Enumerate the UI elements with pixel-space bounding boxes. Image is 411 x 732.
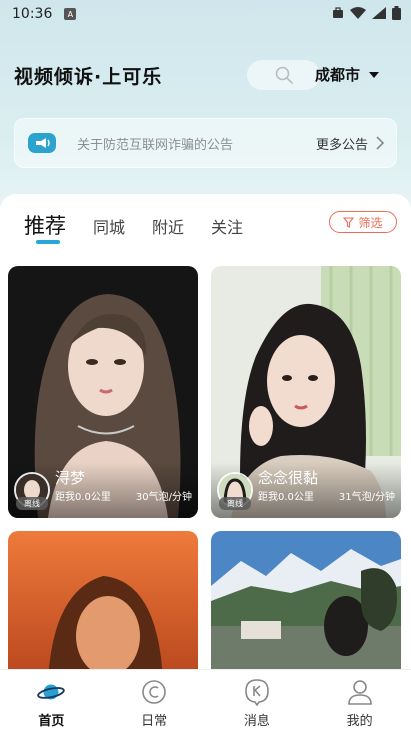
status-time: 10:36 [12, 6, 53, 22]
more-notices-label: 更多公告 [315, 137, 368, 153]
notification-a-icon: A [64, 8, 77, 20]
filter-icon [343, 216, 355, 228]
user-rate: 30气泡/分钟 [135, 492, 192, 503]
status-badge: 离线 [219, 497, 251, 510]
notice-text: 关于防范互联网诈骗的公告 [77, 137, 234, 153]
tab-following[interactable]: 关注 [211, 214, 243, 238]
user-name: 念念很黏 [258, 469, 319, 487]
nav-home-label: 首页 [38, 714, 65, 729]
city-selector[interactable]: 成都市 [315, 64, 380, 85]
nav-messages[interactable]: 消息 [206, 670, 309, 732]
user-card[interactable]: 离线 浔梦 距我0.0公里 30气泡/分钟 [8, 266, 198, 518]
user-name: 浔梦 [55, 469, 86, 487]
chevron-right-icon [376, 136, 384, 150]
user-card[interactable] [211, 531, 401, 669]
nav-daily[interactable]: 日常 [103, 670, 206, 732]
filter-button[interactable]: 筛选 [329, 211, 397, 233]
tab-nearby[interactable]: 附近 [152, 214, 184, 238]
caret-down-icon [369, 71, 380, 78]
active-tab-indicator [36, 240, 60, 244]
tab-same-city[interactable]: 同城 [93, 214, 125, 238]
more-notices-link[interactable]: 更多公告 [316, 134, 384, 153]
user-photo [211, 531, 401, 669]
user-card[interactable]: 离线 念念很黏 距我0.0公里 31气泡/分钟 [211, 266, 401, 518]
user-photo [8, 531, 198, 669]
notice-bar[interactable]: 关于防范互联网诈骗的公告 更多公告 [14, 118, 397, 168]
user-distance: 距我0.0公里 [258, 492, 314, 503]
app-title: 视频倾诉·上可乐 [14, 65, 163, 88]
city-label: 成都市 [315, 66, 361, 84]
nav-home[interactable]: 首页 [0, 670, 103, 732]
search-button[interactable] [247, 60, 320, 90]
user-distance: 距我0.0公里 [55, 492, 111, 503]
wifi-icon [350, 7, 366, 19]
search-icon [275, 66, 293, 84]
bottom-nav: 首页 日常 消息 我的 [0, 669, 411, 732]
planet-icon [37, 678, 66, 706]
feed-tabs: 推荐 同城 附近 关注 [24, 210, 270, 240]
user-card[interactable] [8, 531, 198, 669]
status-bar: 10:36 A [0, 0, 411, 28]
megaphone-icon [27, 131, 57, 155]
user-rate: 31气泡/分钟 [338, 492, 395, 503]
nav-daily-label: 日常 [141, 714, 168, 729]
header: 视频倾诉·上可乐 成都市 [14, 58, 399, 92]
filter-label: 筛选 [358, 215, 383, 230]
message-k-icon [243, 678, 271, 706]
briefcase-icon [333, 7, 343, 18]
circle-c-icon [140, 678, 168, 706]
battery-icon [392, 6, 401, 20]
signal-icon [372, 7, 386, 19]
status-icons [332, 6, 401, 20]
nav-profile-label: 我的 [346, 714, 373, 729]
person-icon [346, 678, 374, 706]
tab-recommend[interactable]: 推荐 [24, 210, 66, 240]
status-badge: 离线 [16, 497, 48, 510]
nav-profile[interactable]: 我的 [308, 670, 411, 732]
nav-messages-label: 消息 [243, 714, 270, 729]
feed-panel: 推荐 同城 附近 关注 筛选 离线 浔梦 距我0.0公里 30气泡/分钟 离线 … [0, 194, 411, 669]
